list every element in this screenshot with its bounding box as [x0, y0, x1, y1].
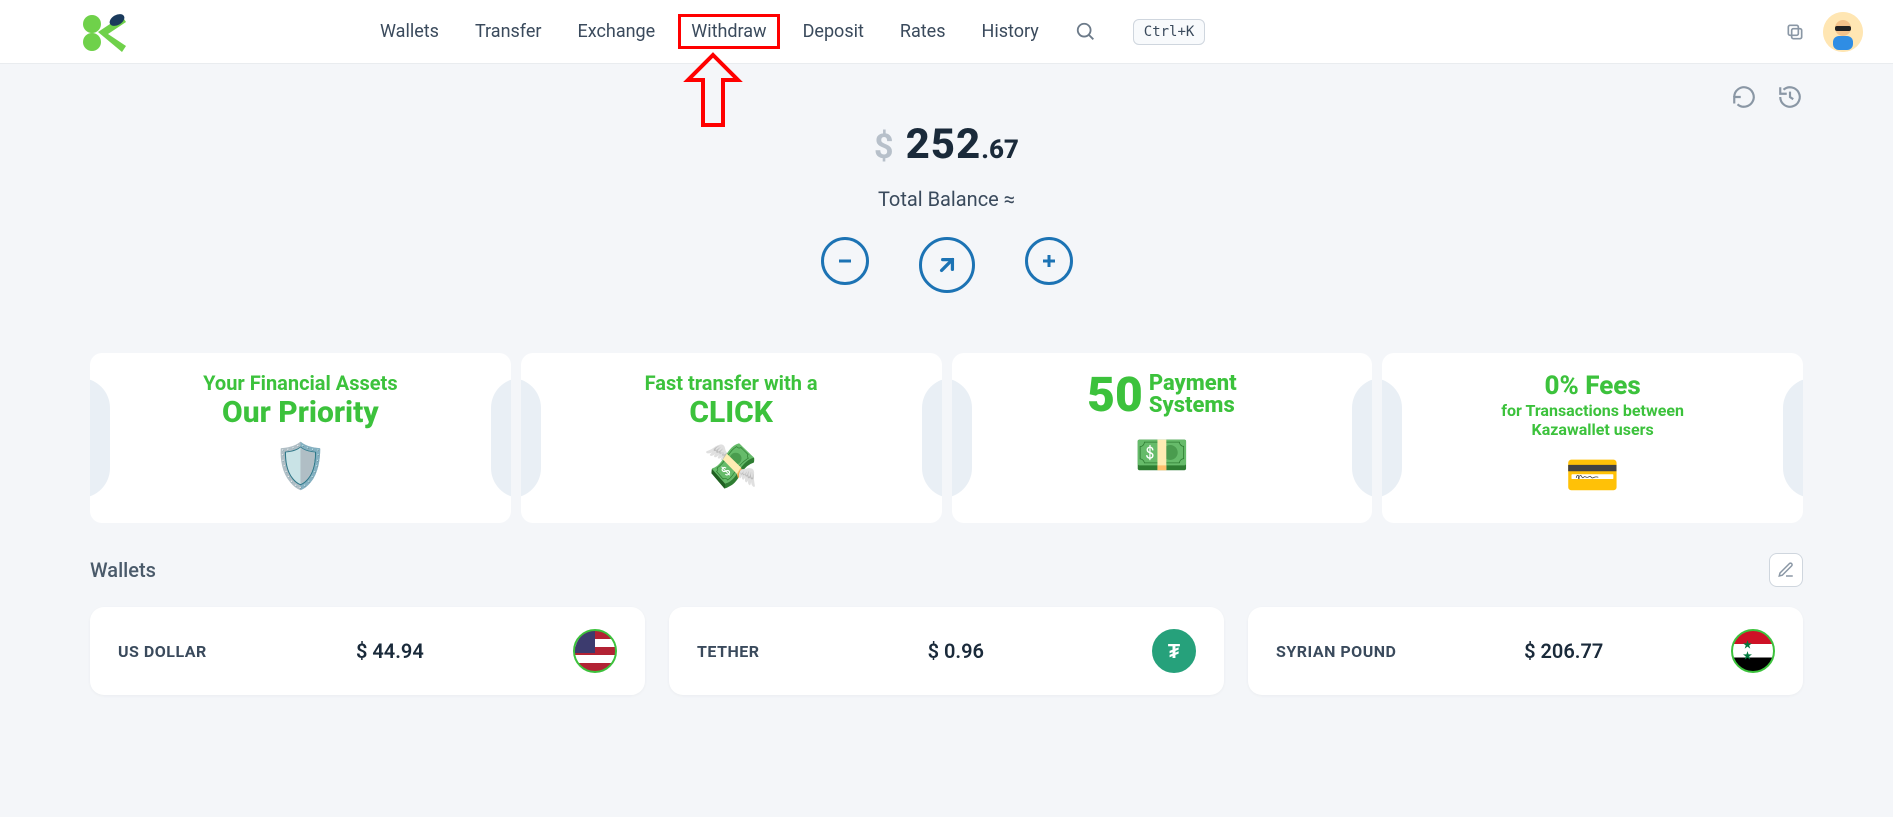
refresh-icon[interactable]: [1731, 84, 1757, 110]
send-circle-button[interactable]: [919, 237, 975, 293]
promo-line: Fast transfer with a: [645, 371, 818, 395]
deposit-circle-button[interactable]: [1025, 237, 1073, 285]
nav-rates[interactable]: Rates: [900, 21, 946, 42]
promo-line: Kazawallet users: [1532, 420, 1654, 439]
currency-symbol: $: [874, 127, 894, 167]
promo-line: for Transactions between: [1501, 401, 1684, 420]
balance-minor: .67: [981, 135, 1019, 165]
search-shortcut: Ctrl+K: [1133, 19, 1206, 45]
wallet-name: TETHER: [697, 642, 760, 661]
promo-card[interactable]: 50 Payment Systems 💵: [952, 353, 1373, 523]
user-avatar[interactable]: [1823, 12, 1863, 52]
main-nav: Wallets Transfer Exchange Withdraw Depos…: [380, 19, 1205, 45]
promo-line: Our Priority: [222, 395, 379, 430]
wallet-name: US DOLLAR: [118, 642, 207, 661]
nav-deposit[interactable]: Deposit: [803, 21, 864, 42]
wallets-title: Wallets: [90, 558, 156, 582]
wallet-card[interactable]: TETHER $ 0.96 ₮: [669, 607, 1224, 695]
edit-wallets-button[interactable]: [1769, 553, 1803, 587]
promo-card[interactable]: Your Financial Assets Our Priority 🛡️: [90, 353, 511, 523]
flag-us-icon: [573, 629, 617, 673]
promo-line: 0% Fees: [1544, 371, 1640, 401]
promo-line: Payment: [1149, 373, 1237, 395]
balance-label: Total Balance ≈: [90, 187, 1803, 211]
promo-art-transfer-icon: 💸: [704, 440, 759, 492]
nav-wallets[interactable]: Wallets: [380, 21, 439, 42]
promo-line: Systems: [1149, 395, 1237, 417]
promo-card[interactable]: 0% Fees for Transactions between Kazawal…: [1382, 353, 1803, 523]
wallet-card[interactable]: SYRIAN POUND $ 206.77: [1248, 607, 1803, 695]
withdraw-circle-button[interactable]: [821, 237, 869, 285]
nav-exchange[interactable]: Exchange: [578, 21, 656, 42]
flag-tether-icon: ₮: [1152, 629, 1196, 673]
wallet-amount: $ 206.77: [1524, 639, 1603, 663]
promo-art-money-icon: 💵: [1134, 429, 1189, 481]
promo-big-number: 50: [1087, 371, 1143, 419]
wallet-name: SYRIAN POUND: [1276, 642, 1396, 661]
promo-line: Your Financial Assets: [203, 371, 397, 395]
search-icon[interactable]: [1075, 21, 1097, 43]
wallet-amount: $ 0.96: [928, 639, 984, 663]
nav-transfer[interactable]: Transfer: [475, 21, 542, 42]
flag-syria-icon: [1731, 629, 1775, 673]
nav-withdraw[interactable]: Withdraw: [678, 14, 779, 49]
copy-icon[interactable]: [1785, 22, 1805, 42]
promo-line: CLICK: [689, 395, 773, 430]
total-balance: $ 252.67 Total Balance ≈: [90, 120, 1803, 293]
balance-major: 252: [906, 120, 982, 169]
wallet-card[interactable]: US DOLLAR $ 44.94: [90, 607, 645, 695]
promo-art-pos-icon: 💳: [1565, 449, 1620, 501]
promo-art-shield-icon: 🛡️: [273, 440, 328, 492]
promo-card[interactable]: Fast transfer with a CLICK 💸: [521, 353, 942, 523]
wallet-amount: $ 44.94: [356, 639, 424, 663]
app-logo[interactable]: [80, 12, 130, 52]
nav-history[interactable]: History: [982, 21, 1039, 42]
history-icon[interactable]: [1777, 84, 1803, 110]
